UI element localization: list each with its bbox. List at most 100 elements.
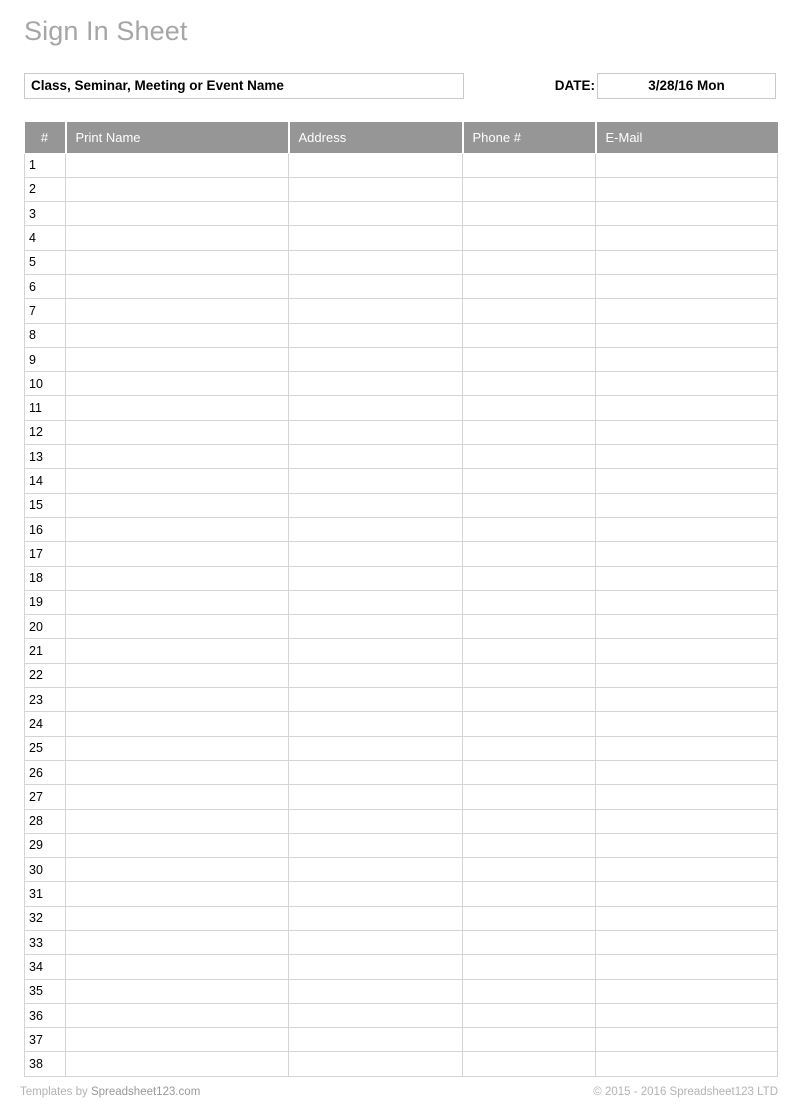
cell-phone[interactable] <box>462 566 596 591</box>
cell-address[interactable] <box>288 1051 463 1077</box>
cell-address[interactable] <box>288 638 463 664</box>
cell-phone[interactable] <box>462 1003 596 1029</box>
cell-print-name[interactable] <box>65 954 289 980</box>
cell-address[interactable] <box>288 1003 463 1029</box>
cell-phone[interactable] <box>462 663 596 689</box>
cell-email[interactable] <box>595 930 778 956</box>
cell-phone[interactable] <box>462 201 596 227</box>
event-name-field[interactable]: Class, Seminar, Meeting or Event Name <box>24 73 464 99</box>
cell-email[interactable] <box>595 250 778 275</box>
cell-phone[interactable] <box>462 638 596 664</box>
cell-phone[interactable] <box>462 395 596 421</box>
cell-phone[interactable] <box>462 541 596 567</box>
cell-print-name[interactable] <box>65 1003 289 1029</box>
cell-address[interactable] <box>288 954 463 980</box>
cell-address[interactable] <box>288 760 463 786</box>
cell-phone[interactable] <box>462 614 596 640</box>
cell-print-name[interactable] <box>65 833 289 859</box>
cell-phone[interactable] <box>462 1027 596 1053</box>
cell-email[interactable] <box>595 371 778 397</box>
footer-brand-link[interactable]: Spreadsheet123.com <box>91 1086 200 1098</box>
cell-address[interactable] <box>288 1027 463 1053</box>
cell-email[interactable] <box>595 590 778 616</box>
cell-email[interactable] <box>595 906 778 932</box>
cell-print-name[interactable] <box>65 420 289 446</box>
cell-phone[interactable] <box>462 420 596 446</box>
cell-address[interactable] <box>288 298 463 324</box>
cell-email[interactable] <box>595 298 778 324</box>
cell-print-name[interactable] <box>65 979 289 1004</box>
cell-phone[interactable] <box>462 979 596 1004</box>
cell-phone[interactable] <box>462 930 596 956</box>
cell-phone[interactable] <box>462 517 596 543</box>
cell-address[interactable] <box>288 250 463 275</box>
cell-email[interactable] <box>595 784 778 810</box>
cell-print-name[interactable] <box>65 298 289 324</box>
cell-phone[interactable] <box>462 347 596 373</box>
cell-print-name[interactable] <box>65 177 289 203</box>
cell-address[interactable] <box>288 225 463 251</box>
cell-email[interactable] <box>595 833 778 859</box>
cell-print-name[interactable] <box>65 323 289 348</box>
cell-print-name[interactable] <box>65 1051 289 1077</box>
cell-print-name[interactable] <box>65 566 289 591</box>
cell-email[interactable] <box>595 541 778 567</box>
cell-phone[interactable] <box>462 153 596 178</box>
cell-address[interactable] <box>288 809 463 834</box>
cell-email[interactable] <box>595 420 778 446</box>
cell-address[interactable] <box>288 614 463 640</box>
cell-address[interactable] <box>288 153 463 178</box>
cell-print-name[interactable] <box>65 906 289 932</box>
cell-email[interactable] <box>595 687 778 713</box>
cell-phone[interactable] <box>462 274 596 300</box>
cell-email[interactable] <box>595 395 778 421</box>
cell-phone[interactable] <box>462 225 596 251</box>
cell-email[interactable] <box>595 1051 778 1077</box>
cell-email[interactable] <box>595 663 778 689</box>
cell-print-name[interactable] <box>65 614 289 640</box>
cell-address[interactable] <box>288 177 463 203</box>
date-field[interactable]: 3/28/16 Mon <box>597 73 776 99</box>
cell-email[interactable] <box>595 638 778 664</box>
cell-address[interactable] <box>288 663 463 689</box>
cell-address[interactable] <box>288 517 463 543</box>
cell-print-name[interactable] <box>65 444 289 470</box>
cell-email[interactable] <box>595 614 778 640</box>
cell-address[interactable] <box>288 906 463 932</box>
cell-print-name[interactable] <box>65 857 289 883</box>
cell-print-name[interactable] <box>65 201 289 227</box>
cell-print-name[interactable] <box>65 760 289 786</box>
cell-email[interactable] <box>595 517 778 543</box>
cell-email[interactable] <box>595 468 778 494</box>
cell-address[interactable] <box>288 420 463 446</box>
cell-address[interactable] <box>288 493 463 518</box>
cell-email[interactable] <box>595 347 778 373</box>
cell-phone[interactable] <box>462 906 596 932</box>
cell-email[interactable] <box>595 954 778 980</box>
cell-email[interactable] <box>595 1003 778 1029</box>
cell-email[interactable] <box>595 809 778 834</box>
cell-email[interactable] <box>595 153 778 178</box>
cell-email[interactable] <box>595 979 778 1004</box>
cell-phone[interactable] <box>462 784 596 810</box>
cell-address[interactable] <box>288 833 463 859</box>
cell-address[interactable] <box>288 736 463 761</box>
cell-phone[interactable] <box>462 809 596 834</box>
cell-phone[interactable] <box>462 298 596 324</box>
cell-phone[interactable] <box>462 760 596 786</box>
cell-address[interactable] <box>288 784 463 810</box>
cell-print-name[interactable] <box>65 809 289 834</box>
cell-print-name[interactable] <box>65 663 289 689</box>
cell-email[interactable] <box>595 177 778 203</box>
cell-email[interactable] <box>595 566 778 591</box>
cell-email[interactable] <box>595 1027 778 1053</box>
cell-address[interactable] <box>288 444 463 470</box>
cell-print-name[interactable] <box>65 347 289 373</box>
cell-phone[interactable] <box>462 711 596 737</box>
cell-phone[interactable] <box>462 1051 596 1077</box>
cell-phone[interactable] <box>462 323 596 348</box>
cell-phone[interactable] <box>462 371 596 397</box>
cell-print-name[interactable] <box>65 881 289 907</box>
cell-address[interactable] <box>288 857 463 883</box>
cell-print-name[interactable] <box>65 736 289 761</box>
